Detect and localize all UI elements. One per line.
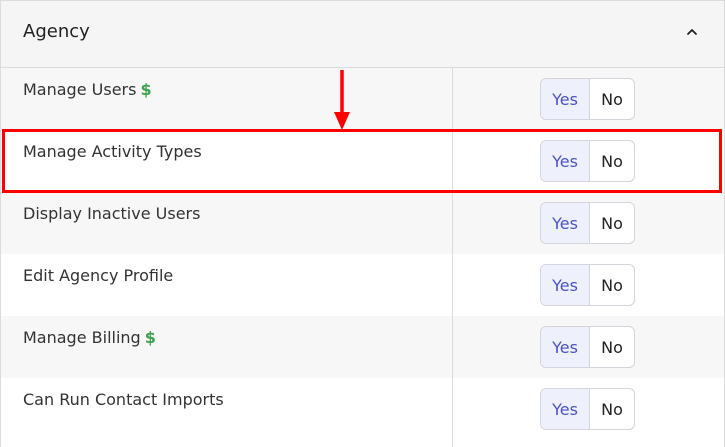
no-option[interactable]: No <box>590 265 634 305</box>
column-divider <box>452 68 453 447</box>
permission-label-text: Can Run Contact Imports <box>23 390 224 409</box>
chevron-up-icon[interactable] <box>686 26 698 38</box>
yes-option[interactable]: Yes <box>541 203 590 243</box>
paid-feature-icon: $ <box>144 328 156 347</box>
permission-row-display-inactive-users: Display Inactive Users Yes No <box>1 192 724 254</box>
yes-option[interactable]: Yes <box>541 265 590 305</box>
no-option[interactable]: No <box>590 389 634 429</box>
no-option[interactable]: No <box>590 203 634 243</box>
permission-row-manage-activity-types: Manage Activity Types Yes No <box>1 130 724 192</box>
permission-label-text: Display Inactive Users <box>23 204 201 223</box>
yes-no-toggle: Yes No <box>540 140 635 182</box>
permission-label-text: Edit Agency Profile <box>23 266 174 285</box>
yes-option[interactable]: Yes <box>541 141 590 181</box>
permission-label-text: Manage Billing <box>23 328 141 347</box>
yes-no-toggle: Yes No <box>540 388 635 430</box>
permission-label: Display Inactive Users <box>23 204 200 223</box>
permission-label-text: Manage Activity Types <box>23 142 202 161</box>
yes-no-toggle: Yes No <box>540 78 635 120</box>
permission-label: Manage Users $ <box>23 80 152 99</box>
permission-label: Can Run Contact Imports <box>23 390 224 409</box>
permission-row-edit-agency-profile: Edit Agency Profile Yes No <box>1 254 724 316</box>
no-option[interactable]: No <box>590 327 634 367</box>
paid-feature-icon: $ <box>140 80 152 99</box>
permission-label-text: Manage Users <box>23 80 137 99</box>
permission-row-manage-billing: Manage Billing $ Yes No <box>1 316 724 378</box>
permission-label: Manage Billing $ <box>23 328 156 347</box>
no-option[interactable]: No <box>590 141 634 181</box>
section-title: Agency <box>23 21 90 42</box>
permission-row-manage-users: Manage Users $ Yes No <box>1 68 724 130</box>
yes-option[interactable]: Yes <box>541 327 590 367</box>
no-option[interactable]: No <box>590 79 634 119</box>
yes-no-toggle: Yes No <box>540 326 635 368</box>
yes-option[interactable]: Yes <box>541 389 590 429</box>
permission-label: Edit Agency Profile <box>23 266 173 285</box>
permissions-panel: Agency Manage Users $ Yes No Manage Activ… <box>0 0 725 447</box>
section-header-agency[interactable]: Agency <box>1 1 724 68</box>
permission-label: Manage Activity Types <box>23 142 202 161</box>
permission-row-can-run-contact-imports: Can Run Contact Imports Yes No <box>1 378 724 440</box>
yes-no-toggle: Yes No <box>540 264 635 306</box>
yes-option[interactable]: Yes <box>541 79 590 119</box>
yes-no-toggle: Yes No <box>540 202 635 244</box>
